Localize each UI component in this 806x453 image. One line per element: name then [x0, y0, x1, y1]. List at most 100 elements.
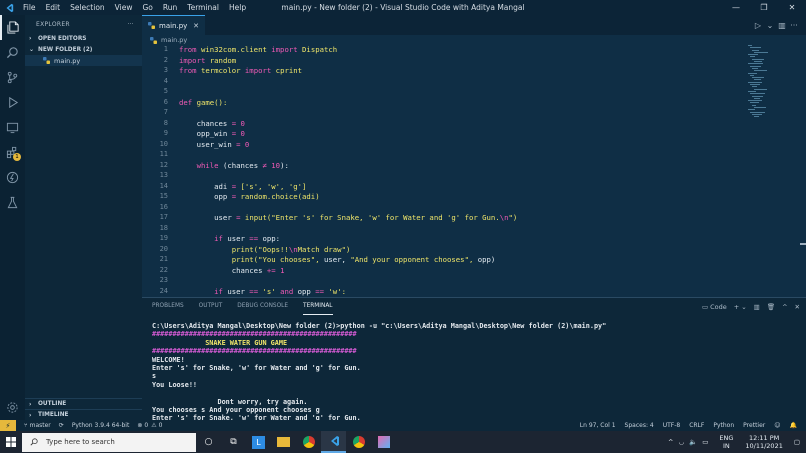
minimap-line	[754, 61, 762, 63]
prettier-status[interactable]: Prettier	[743, 422, 765, 429]
notifications-bell-icon[interactable]: 🔔	[790, 422, 797, 429]
open-editors-section[interactable]: › OPEN EDITORS	[25, 33, 142, 44]
terminal-dropdown-icon[interactable]: ⌄	[741, 303, 746, 311]
cursor-position[interactable]: Ln 97, Col 1	[580, 422, 616, 429]
scrollbar-marker[interactable]	[800, 243, 806, 245]
code-line[interactable]: chances = 0	[179, 119, 245, 128]
encoding[interactable]: UTF-8	[663, 422, 681, 429]
minimize-button[interactable]: —	[722, 0, 750, 15]
title-bar: File Edit Selection View Go Run Terminal…	[0, 0, 806, 15]
search-icon[interactable]	[0, 40, 25, 65]
app-tile-icon[interactable]	[371, 431, 396, 453]
minimap[interactable]	[748, 45, 769, 135]
network-icon[interactable]: ◡	[678, 438, 684, 446]
language-indicator[interactable]: ENG IN	[714, 434, 733, 450]
code-line[interactable]: import random	[179, 56, 236, 65]
code-line[interactable]: opp_win = 0	[179, 129, 245, 138]
minimap-line	[748, 109, 756, 111]
minimap-line	[754, 107, 766, 109]
timeline-section[interactable]: › TIMELINE	[25, 409, 142, 420]
menu-go[interactable]: Go	[137, 0, 157, 15]
account-icon[interactable]: ☺	[774, 422, 780, 429]
split-editor-icon[interactable]: ▥	[776, 21, 788, 30]
code-line[interactable]: from win32com.client import Dispatch	[179, 45, 337, 54]
tray-chevron-icon[interactable]: ^	[668, 438, 673, 446]
notification-center-icon[interactable]: ▢	[794, 438, 800, 446]
app-l-icon[interactable]: L	[246, 431, 271, 453]
minimap-line	[754, 51, 769, 53]
source-control-icon[interactable]	[0, 65, 25, 90]
code-line[interactable]: user_win = 0	[179, 140, 250, 149]
breadcrumb-file[interactable]: main.py	[161, 36, 187, 44]
python-interpreter[interactable]: Python 3.9.4 64-bit	[72, 422, 130, 429]
restore-button[interactable]: ❐	[750, 0, 778, 15]
menu-selection[interactable]: Selection	[65, 0, 110, 15]
code-line[interactable]: user = input("Enter 's' for Snake, 'w' f…	[179, 213, 517, 222]
sync-icon[interactable]: ⟳	[59, 422, 64, 429]
close-tab-icon[interactable]: ✕	[193, 22, 199, 30]
code-line[interactable]: while (chances ≠ 10):	[179, 161, 289, 170]
menu-view[interactable]: View	[110, 0, 138, 15]
file-explorer-icon[interactable]	[271, 431, 296, 453]
run-dropdown-icon[interactable]: ⌄	[764, 21, 776, 30]
code-token: input(	[244, 213, 272, 222]
code-view[interactable]: 1 from win32com.client import Dispatch 2 im…	[142, 45, 742, 297]
explorer-more-button[interactable]: ···	[127, 21, 134, 28]
battery-icon[interactable]: ▭	[702, 438, 708, 446]
menu-run[interactable]: Run	[158, 0, 182, 15]
warning-count[interactable]: 0	[159, 422, 163, 429]
indentation[interactable]: Spaces: 4	[625, 422, 654, 429]
code-line[interactable]: from termcolor import cprint	[179, 66, 302, 75]
close-window-button[interactable]: ✕	[778, 0, 806, 15]
language-mode[interactable]: Python	[713, 422, 734, 429]
code-line[interactable]: if user == opp:	[179, 234, 280, 243]
tab-problems[interactable]: PROBLEMS	[152, 298, 184, 315]
menu-help[interactable]: Help	[224, 0, 251, 15]
outline-section[interactable]: › OUTLINE	[25, 398, 142, 409]
code-line[interactable]: adi = ['s', 'w', 'g']	[179, 182, 306, 191]
folder-section[interactable]: ⌄ NEW FOLDER (2)	[25, 44, 142, 55]
code-line[interactable]: chances += 1	[179, 266, 285, 275]
code-line[interactable]: print("Oops!!\nMatch draw")	[179, 245, 351, 254]
chrome-icon[interactable]	[296, 431, 321, 453]
tab-terminal[interactable]: TERMINAL	[303, 298, 333, 315]
settings-gear-icon[interactable]	[0, 395, 25, 420]
lightning-icon[interactable]	[0, 165, 25, 190]
new-terminal-icon[interactable]: +	[734, 303, 739, 311]
split-terminal-icon[interactable]: ▥	[754, 303, 760, 311]
extensions-icon[interactable]: 1	[0, 140, 25, 165]
close-panel-icon[interactable]: ✕	[795, 303, 800, 311]
start-windows-icon[interactable]	[0, 431, 22, 453]
editor-tab-main-py[interactable]: main.py ✕	[142, 15, 205, 35]
cortana-icon[interactable]: ○	[196, 431, 221, 453]
run-debug-icon[interactable]	[0, 90, 25, 115]
error-count[interactable]: 0	[144, 422, 148, 429]
run-file-icon[interactable]: ▷	[752, 21, 764, 30]
chrome-icon-2[interactable]	[346, 431, 371, 453]
code-line[interactable]: if user == 's' and opp == 'w':	[179, 287, 346, 296]
git-branch[interactable]: master	[30, 422, 51, 429]
file-item-main-py[interactable]: main.py	[25, 55, 142, 66]
explorer-icon[interactable]	[0, 15, 25, 40]
taskbar-search[interactable]: Type here to search	[22, 432, 196, 452]
task-view-icon[interactable]: ⧉	[221, 431, 246, 453]
trash-icon[interactable]: 🗑	[767, 303, 775, 311]
code-line[interactable]: opp = random.choice(adi)	[179, 192, 319, 201]
testing-flask-icon[interactable]	[0, 190, 25, 215]
line-ending[interactable]: CRLF	[689, 422, 704, 429]
terminal-shell-label[interactable]: Code	[710, 303, 727, 311]
code-line[interactable]: print("You chooses", user, "And your opp…	[179, 255, 496, 264]
menu-file[interactable]: File	[18, 0, 41, 15]
code-line[interactable]: def game():	[179, 98, 227, 107]
remote-indicator-icon[interactable]: ⚡	[0, 420, 16, 431]
menu-terminal[interactable]: Terminal	[182, 0, 224, 15]
volume-icon[interactable]: 🔈	[689, 438, 697, 446]
maximize-panel-icon[interactable]: ^	[782, 303, 787, 311]
vscode-taskbar-icon[interactable]	[321, 431, 346, 453]
remote-explorer-icon[interactable]	[0, 115, 25, 140]
tab-debug-console[interactable]: DEBUG CONSOLE	[237, 298, 288, 315]
menu-edit[interactable]: Edit	[41, 0, 66, 15]
tab-output[interactable]: OUTPUT	[199, 298, 223, 315]
clock[interactable]: 12:11 PM 10/11/2021	[740, 434, 782, 450]
more-actions-icon[interactable]: ···	[788, 21, 800, 30]
